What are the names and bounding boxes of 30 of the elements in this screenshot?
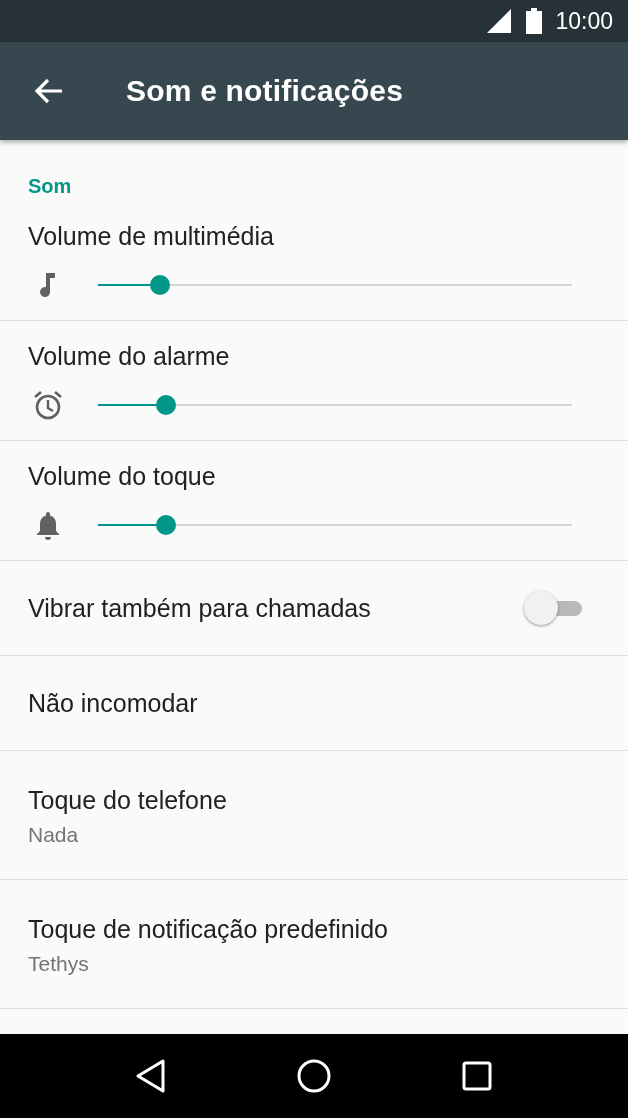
clock: 10:00 xyxy=(555,7,613,35)
slider-thumb[interactable] xyxy=(149,275,170,295)
setting-title: Volume do toque xyxy=(28,461,217,491)
setting-title: Não incomodar xyxy=(28,688,198,718)
setting-row[interactable]: Volume do toque xyxy=(0,441,628,561)
setting-row[interactable]: Toque do telefone Nada xyxy=(0,751,628,880)
setting-title: Toque do telefone xyxy=(28,785,228,815)
setting-summary: Tethys xyxy=(28,951,90,977)
setting-row[interactable]: Não incomodar xyxy=(0,656,628,751)
setting-row[interactable]: Toque de notificação predefinido Tethys xyxy=(0,880,628,1009)
home-icon[interactable] xyxy=(297,1059,331,1093)
back-icon[interactable] xyxy=(135,1059,166,1093)
screen-title: Som e notificações xyxy=(126,74,403,108)
setting-row[interactable]: Volume do alarme xyxy=(0,321,628,441)
recents-icon[interactable] xyxy=(462,1061,493,1091)
setting-title: Volume de multimédia xyxy=(28,221,275,251)
toggle-switch[interactable] xyxy=(524,591,582,625)
battery-icon xyxy=(525,8,544,34)
setting-title: Vibrar também para chamadas xyxy=(28,593,371,623)
setting-row[interactable]: Vibrar também para chamadas xyxy=(0,561,628,656)
section-header: Som xyxy=(27,174,73,199)
setting-summary: Nada xyxy=(28,822,80,848)
setting-title: Volume do alarme xyxy=(28,341,231,371)
slider-thumb[interactable] xyxy=(155,395,176,415)
alarm-clock-icon xyxy=(32,389,64,421)
setting-row[interactable]: Volume de multimédia xyxy=(0,201,628,321)
signal-icon xyxy=(487,9,512,33)
back-arrow-icon[interactable] xyxy=(34,78,64,104)
setting-title: Toque de notificação predefinido xyxy=(28,914,389,944)
slider-thumb[interactable] xyxy=(155,515,176,535)
